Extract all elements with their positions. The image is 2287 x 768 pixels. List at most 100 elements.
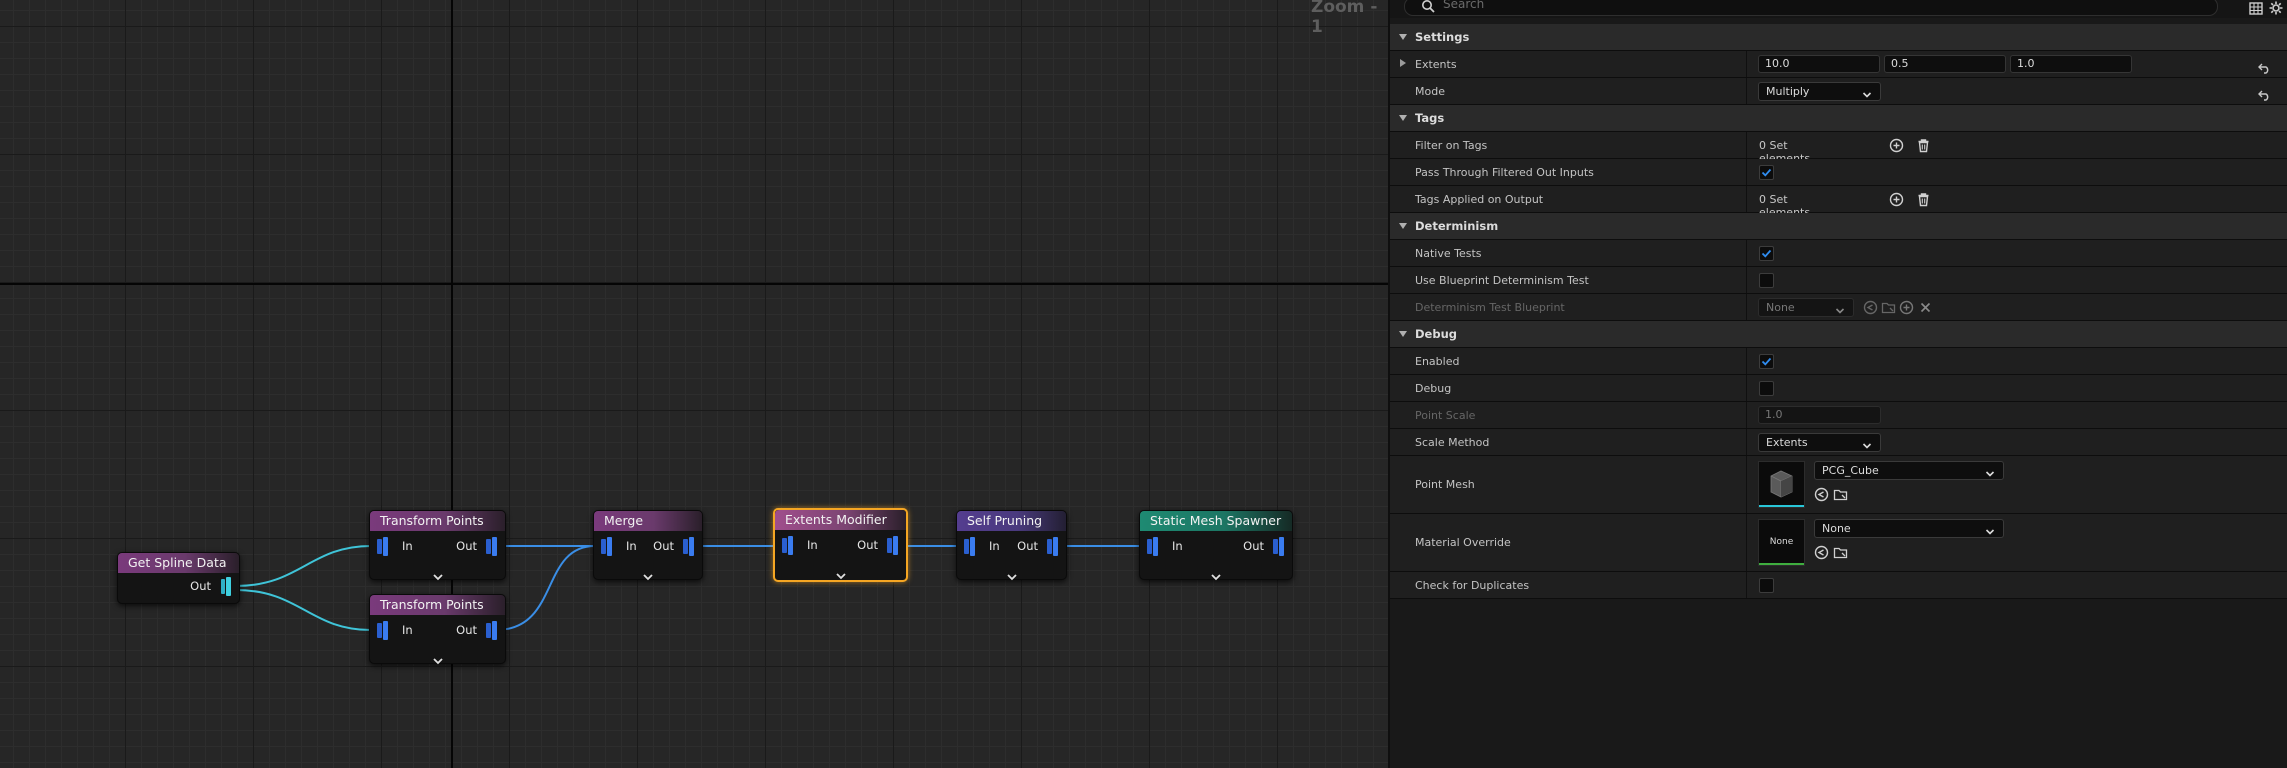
collapse-arrow-icon[interactable] [1399, 223, 1407, 229]
chevron-down-icon[interactable] [835, 566, 847, 580]
mode-dropdown[interactable]: Multiply [1758, 82, 1881, 101]
column-divider[interactable] [1746, 159, 1747, 185]
node-transform-points-2[interactable]: Transform Points In Out [369, 594, 506, 665]
pin-out-points[interactable] [486, 537, 497, 556]
point-mesh-dropdown[interactable]: PCG_Cube [1814, 461, 2004, 480]
column-divider[interactable] [1746, 132, 1747, 158]
property-label: Mode [1415, 85, 1445, 98]
property-filter-on-tags: Filter on Tags 0 Set elements [1390, 132, 2287, 165]
check-duplicates-checkbox[interactable] [1759, 578, 1774, 593]
category-determinism[interactable]: Determinism [1390, 213, 2287, 240]
add-element-icon[interactable] [1889, 192, 1904, 207]
column-divider[interactable] [1746, 186, 1747, 212]
browse-folder-icon[interactable] [1833, 487, 1848, 502]
node-self-pruning[interactable]: Self Pruning In Out [956, 510, 1067, 581]
graph-wires [235, 545, 1141, 631]
column-divider[interactable] [1746, 51, 1747, 77]
browse-folder-icon[interactable] [1881, 300, 1896, 315]
search-input[interactable]: Search [1404, 0, 2218, 16]
node-static-mesh-spawner[interactable]: Static Mesh Spawner In Out [1139, 510, 1293, 581]
pin-out-points[interactable] [887, 536, 898, 555]
pin-out-points[interactable] [486, 621, 497, 640]
trash-icon[interactable] [1916, 192, 1931, 207]
pin-out-spline[interactable] [220, 577, 231, 596]
browse-folder-icon[interactable] [1833, 545, 1848, 560]
collapse-arrow-icon[interactable] [1399, 115, 1407, 121]
use-selected-icon[interactable] [1814, 487, 1829, 502]
table-icon[interactable] [2249, 0, 2263, 19]
category-settings[interactable]: Settings [1390, 24, 2287, 51]
node-get-spline-data[interactable]: Get Spline Data Out [117, 552, 240, 604]
column-divider[interactable] [1746, 456, 1747, 513]
material-override-dropdown[interactable]: None [1814, 519, 2004, 538]
property-enabled: Enabled [1390, 348, 2287, 375]
pin-out-label: Out [456, 623, 477, 637]
column-divider[interactable] [1746, 402, 1747, 428]
scale-method-dropdown[interactable]: Extents [1758, 433, 1881, 452]
extents-y-input[interactable]: 0.5 [1884, 55, 2006, 73]
trash-icon[interactable] [1916, 138, 1931, 153]
column-divider[interactable] [1746, 375, 1747, 401]
property-label: Check for Duplicates [1415, 579, 1530, 592]
node-transform-points-1[interactable]: Transform Points In Out [369, 510, 506, 581]
native-tests-checkbox[interactable] [1759, 246, 1774, 261]
chevron-down-icon[interactable] [1210, 567, 1222, 581]
extents-x-input[interactable]: 10.0 [1758, 55, 1880, 73]
add-element-icon[interactable] [1889, 138, 1904, 153]
property-native-tests: Native Tests [1390, 240, 2287, 267]
material-thumbnail[interactable]: None [1758, 519, 1805, 566]
pass-through-checkbox[interactable] [1759, 165, 1774, 180]
thumbnail-none-label: None [1769, 537, 1794, 547]
node-merge[interactable]: Merge In Out [593, 510, 703, 581]
test-blueprint-dropdown[interactable]: None [1758, 298, 1854, 317]
property-label: Determinism Test Blueprint [1415, 301, 1565, 314]
pin-in-points[interactable] [782, 536, 793, 555]
graph-editor[interactable]: Zoom - 1 Get Spline Data Out Transform P… [0, 0, 1388, 768]
dropdown-value: None [1822, 522, 1851, 535]
mesh-thumbnail[interactable] [1758, 461, 1805, 508]
extents-z-input[interactable]: 1.0 [2010, 55, 2132, 73]
debug-checkbox[interactable] [1759, 381, 1774, 396]
pin-in-points[interactable] [601, 537, 612, 556]
settings-icon[interactable] [2269, 0, 2283, 19]
node-title: Extents Modifier [775, 510, 906, 530]
add-element-icon[interactable] [1899, 300, 1914, 315]
category-debug[interactable]: Debug [1390, 321, 2287, 348]
use-selected-icon[interactable] [1814, 545, 1829, 560]
column-divider[interactable] [1746, 240, 1747, 266]
pin-in-points[interactable] [964, 537, 975, 556]
pin-out-points[interactable] [683, 537, 694, 556]
chevron-down-icon[interactable] [432, 651, 444, 665]
chevron-down-icon[interactable] [432, 567, 444, 581]
reset-to-default-icon[interactable] [2258, 59, 2271, 78]
clear-icon[interactable] [1918, 300, 1933, 315]
node-title: Self Pruning [957, 511, 1066, 531]
property-pass-through: Pass Through Filtered Out Inputs [1390, 159, 2287, 186]
property-point-scale: Point Scale 1.0 [1390, 402, 2287, 429]
chevron-down-icon[interactable] [642, 567, 654, 581]
expand-arrow-icon[interactable] [1400, 59, 1406, 67]
column-divider[interactable] [1746, 572, 1747, 598]
collapse-arrow-icon[interactable] [1399, 34, 1407, 40]
column-divider[interactable] [1746, 78, 1747, 104]
collapse-arrow-icon[interactable] [1399, 331, 1407, 337]
pin-out-points[interactable] [1047, 537, 1058, 556]
use-blueprint-test-checkbox[interactable] [1759, 273, 1774, 288]
column-divider[interactable] [1746, 294, 1747, 320]
chevron-down-icon[interactable] [1006, 567, 1018, 581]
enabled-checkbox[interactable] [1759, 354, 1774, 369]
point-scale-input[interactable]: 1.0 [1758, 406, 1881, 424]
node-extents-modifier[interactable]: Extents Modifier In Out [773, 508, 908, 582]
column-divider[interactable] [1746, 267, 1747, 293]
category-tags[interactable]: Tags [1390, 105, 2287, 132]
column-divider[interactable] [1746, 514, 1747, 571]
pin-in-points[interactable] [377, 537, 388, 556]
reset-to-default-icon[interactable] [2258, 86, 2271, 105]
use-selected-icon[interactable] [1863, 300, 1878, 315]
column-divider[interactable] [1746, 429, 1747, 455]
pin-in-points[interactable] [377, 621, 388, 640]
column-divider[interactable] [1746, 348, 1747, 374]
pin-in-points[interactable] [1147, 537, 1158, 556]
pin-out-points[interactable] [1273, 537, 1284, 556]
property-determinism-test-blueprint: Determinism Test Blueprint None [1390, 294, 2287, 321]
